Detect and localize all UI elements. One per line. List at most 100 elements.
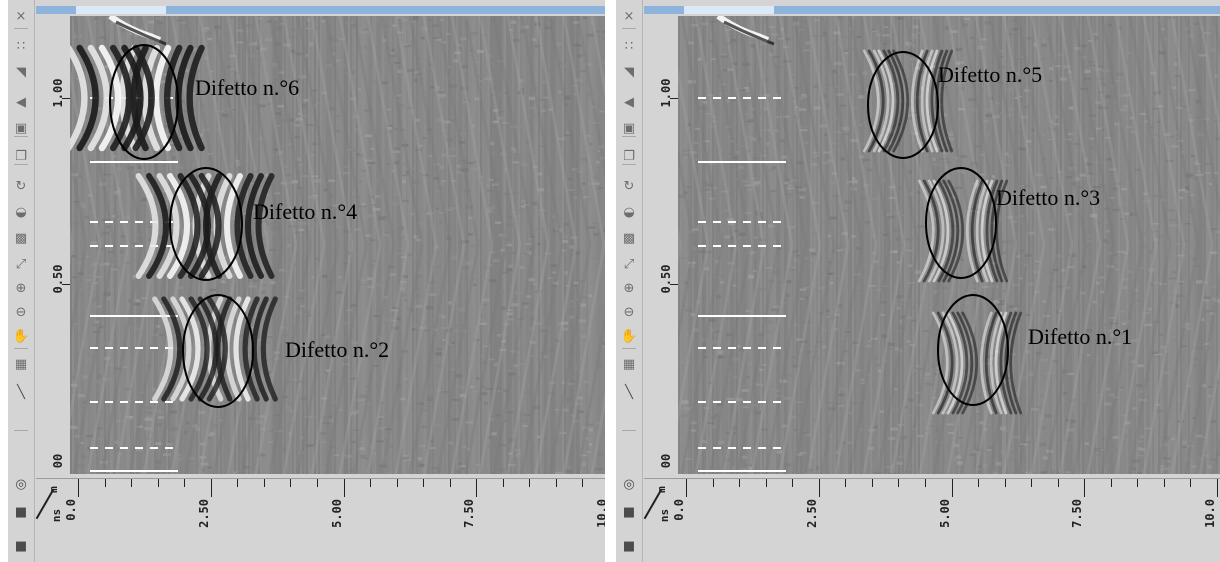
record-icon[interactable]: ◎ [10,474,32,494]
radargram-panel-left: × ∷ ◥ ◀ ▣ ❐ ↻ ◒ ▩ ⤢ ⊕ ⊖ ✋ ▦ ╲ ◎ ■ ■ 1.00 0.50 00 Difetto … [8,0,613,562]
x-tick [792,479,794,487]
x-tick-label: 7.50 [1070,499,1085,528]
curve-icon[interactable]: ╲ [618,382,640,402]
close-icon[interactable]: × [10,6,32,26]
x-tick-label: 0.0 [64,499,78,521]
close-icon[interactable]: × [618,6,640,26]
zoom-fit-icon[interactable]: ▩ [10,228,32,248]
y-tick-label: 0.50 [51,264,65,294]
x-unit-bottom: ns [50,508,64,523]
stop-icon[interactable]: ■ [10,502,32,522]
toolbar-separator [14,136,28,137]
square-icon[interactable]: ■ [10,536,32,556]
depth-ruler: 1.00 0.50 00 [36,16,70,474]
copy-icon[interactable]: ❐ [618,146,640,166]
grid-dots-icon[interactable]: ∷ [618,36,640,56]
toolbar-separator [14,430,28,431]
arrow-icon[interactable]: ◥ [618,62,640,82]
screen-icon[interactable]: ▣ [10,118,32,138]
expand-icon[interactable]: ⤢ [10,254,32,274]
x-tick [210,479,212,497]
y-tick-label: 00 [51,453,65,469]
defect-label: Difetto n.°6 [195,75,300,100]
speaker-icon[interactable]: ◀ [618,92,640,112]
mouse-icon[interactable]: ◒ [10,202,32,222]
pan-icon[interactable]: ✋ [618,326,640,346]
toolbar: × ∷ ◥ ◀ ▣ ❐ ↻ ◒ ▩ ⤢ ⊕ ⊖ ✋ ▦ ╲ ◎ ■ ■ [8,0,35,562]
x-tick [263,479,265,487]
x-tick [131,479,133,487]
x-tick [978,479,980,487]
x-tick [502,479,504,487]
x-tick [290,479,292,487]
x-tick [1137,479,1139,487]
x-tick [476,479,478,497]
zoom-in-icon[interactable]: ⊕ [618,278,640,298]
square-icon[interactable]: ■ [618,536,640,556]
pan-icon[interactable]: ✋ [10,326,32,346]
x-tick [818,479,820,497]
x-tick [739,479,741,487]
expand-icon[interactable]: ⤢ [618,254,640,274]
mouse-icon[interactable]: ◒ [618,202,640,222]
grid-icon[interactable]: ▦ [618,354,640,374]
toolbar-separator [622,430,636,431]
stop-icon[interactable]: ■ [618,502,640,522]
curve-icon[interactable]: ╲ [10,382,32,402]
screen-icon[interactable]: ▣ [618,118,640,138]
x-tick [898,479,900,487]
grid-dots-icon[interactable]: ∷ [10,36,32,56]
x-tick [237,479,239,487]
y-tick-label: 00 [659,453,673,469]
x-tick [582,479,584,487]
toolbar-separator [622,164,636,165]
toolbar-separator [14,348,28,349]
zoom-out-icon[interactable]: ⊖ [10,302,32,322]
x-tick [1190,479,1192,487]
x-tick-label: 0.0 [672,499,686,521]
x-tick-label: 7.50 [462,499,477,528]
x-tick [1110,479,1112,487]
rotate-icon[interactable]: ↻ [618,176,640,196]
x-tick [529,479,531,487]
panel-title-bar[interactable] [36,6,613,14]
x-tick [184,479,186,487]
x-tick [1084,479,1086,497]
x-unit-bottom: ns [658,508,672,523]
rotate-icon[interactable]: ↻ [10,176,32,196]
time-ruler: m ns 0.02.505.007.5010.0 [35,478,613,562]
x-tick [1004,479,1006,487]
grid-icon[interactable]: ▦ [10,354,32,374]
x-tick [765,479,767,487]
time-ruler: m ns 0.02.505.007.5010.0 [643,478,1220,562]
toolbar-separator [622,28,636,29]
defect-label: Difetto n.°5 [938,62,1043,87]
x-tick [343,479,345,497]
toolbar-separator [622,136,636,137]
x-tick-label: 5.00 [937,499,952,528]
x-tick [845,479,847,487]
radargram-plot[interactable] [70,16,613,474]
x-tick [396,479,398,487]
y-tick [670,98,678,99]
x-tick [871,479,873,487]
copy-icon[interactable]: ❐ [10,146,32,166]
x-tick [423,479,425,487]
y-tick-label: 0.50 [659,264,673,294]
x-tick [1217,479,1218,497]
panel-title-bar[interactable] [644,6,1220,14]
zoom-out-icon[interactable]: ⊖ [618,302,640,322]
record-icon[interactable]: ◎ [618,474,640,494]
y-tick [62,284,70,285]
depth-ruler: 1.00 0.50 00 [644,16,678,474]
zoom-in-icon[interactable]: ⊕ [10,278,32,298]
defect-label: Difetto n.°1 [1028,324,1133,349]
x-tick [1057,479,1059,487]
x-tick [1031,479,1033,487]
x-tick [370,479,372,487]
x-tick [78,479,79,497]
arrow-icon[interactable]: ◥ [10,62,32,82]
radargram-image [70,16,613,474]
zoom-fit-icon[interactable]: ▩ [618,228,640,248]
speaker-icon[interactable]: ◀ [10,92,32,112]
